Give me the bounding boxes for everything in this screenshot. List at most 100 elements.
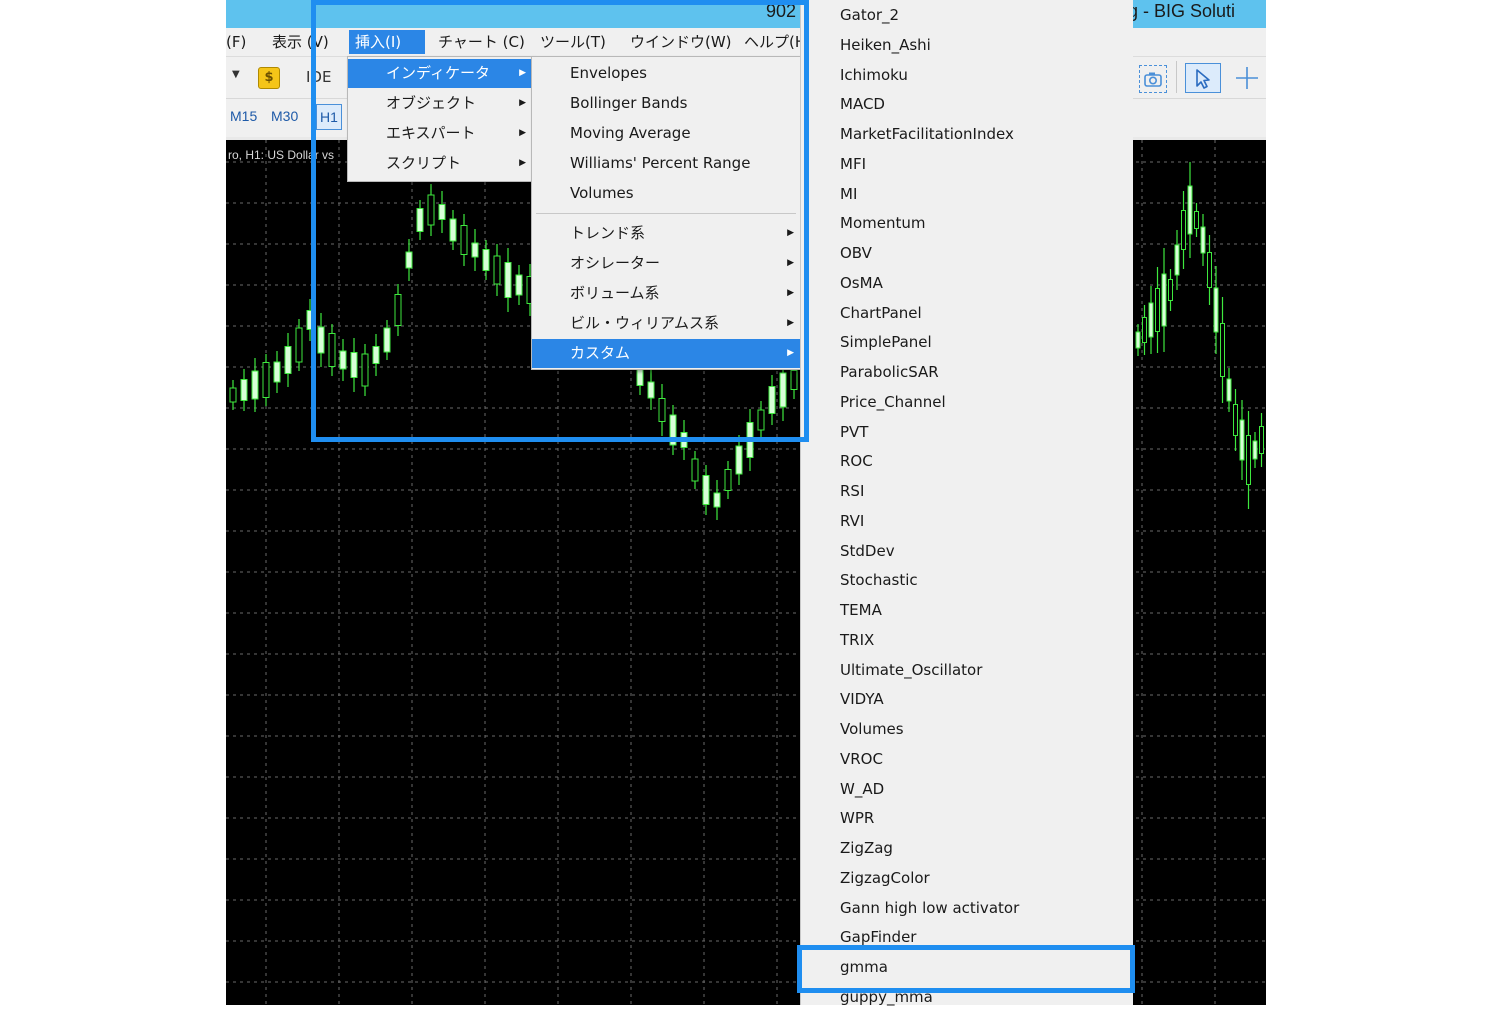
dropdown-arrow-icon[interactable]: ▼: [232, 69, 240, 80]
indicator-item-label: Moving Average: [570, 124, 691, 142]
dollar-icon[interactable]: $: [258, 67, 280, 89]
menu-file[interactable]: (F): [226, 30, 252, 54]
candle: [1226, 368, 1232, 412]
custom-indicator-stddev[interactable]: StdDev: [840, 539, 895, 563]
candle: [1213, 266, 1219, 354]
custom-indicator-heiken-ashi[interactable]: Heiken_Ashi: [840, 33, 931, 57]
custom-indicator-simplepanel[interactable]: SimplePanel: [840, 330, 932, 354]
custom-indicator-gator-2[interactable]: Gator_2: [840, 3, 899, 27]
candle: [1220, 297, 1225, 403]
camera-icon[interactable]: [1139, 65, 1167, 93]
insert-menu-item-scripts[interactable]: スクリプト ▶: [348, 149, 532, 178]
custom-indicator-pvt[interactable]: PVT: [840, 420, 868, 444]
custom-indicator-vroc[interactable]: VROC: [840, 747, 883, 771]
insert-menu-item-label: インディケータ: [386, 64, 490, 82]
custom-indicator-tema[interactable]: TEMA: [840, 598, 882, 622]
menu-tools[interactable]: ツール(T): [534, 30, 612, 54]
custom-indicator-chartpanel[interactable]: ChartPanel: [840, 301, 922, 325]
custom-indicator-roc[interactable]: ROC: [840, 449, 873, 473]
custom-indicator-wpr[interactable]: WPR: [840, 806, 874, 830]
custom-indicator-osma[interactable]: OsMA: [840, 271, 883, 295]
menu-view[interactable]: 表示 (V): [266, 30, 335, 54]
candle: [438, 191, 446, 233]
candle: [295, 319, 303, 371]
candle: [416, 200, 424, 240]
custom-indicator-obv[interactable]: OBV: [840, 241, 872, 265]
candle: [647, 370, 655, 410]
candle: [504, 248, 512, 312]
custom-indicator-ultimate-oscillator[interactable]: Ultimate_Oscillator: [840, 658, 982, 682]
indicator-group-label: トレンド系: [570, 224, 646, 242]
candle: [1246, 411, 1251, 509]
candle: [1259, 413, 1264, 467]
custom-indicator-zigzag[interactable]: ZigZag: [840, 836, 893, 860]
insert-menu-item-experts[interactable]: エキスパート ▶: [348, 119, 532, 148]
cursor-icon[interactable]: [1185, 63, 1221, 93]
title-text: g - BIG Soluti: [1128, 1, 1236, 21]
indicator-group-volumes[interactable]: ボリューム系 ▶: [532, 279, 800, 308]
candle: [339, 339, 347, 381]
custom-indicator-macd[interactable]: MACD: [840, 92, 885, 116]
indicator-item-moving-average[interactable]: Moving Average: [532, 119, 800, 148]
candle: [702, 465, 710, 515]
custom-indicator-zigzagcolor[interactable]: ZigzagColor: [840, 866, 930, 890]
timeframe-m30[interactable]: M30: [271, 108, 298, 124]
menu-insert[interactable]: 挿入(I): [349, 30, 425, 54]
custom-indicator-ichimoku[interactable]: Ichimoku: [840, 63, 908, 87]
timeframe-h1[interactable]: H1: [316, 104, 342, 130]
custom-indicator-gmma[interactable]: gmma: [840, 955, 888, 979]
custom-indicator-trix[interactable]: TRIX: [840, 628, 874, 652]
custom-indicator-gann-high-low-activator[interactable]: Gann high low activator: [840, 896, 1019, 920]
indicator-group-oscillators[interactable]: オシレーター ▶: [532, 249, 800, 278]
toolbar-divider: [1176, 61, 1177, 93]
indicator-item-label: Williams' Percent Range: [570, 154, 751, 172]
custom-indicator-mfi[interactable]: MFI: [840, 152, 866, 176]
candle: [405, 239, 413, 281]
custom-indicator-marketfacilitationindex[interactable]: MarketFacilitationIndex: [840, 122, 1014, 146]
custom-indicator-vidya[interactable]: VIDYA: [840, 687, 884, 711]
indicator-item-williams-percent-range[interactable]: Williams' Percent Range: [532, 149, 800, 178]
candle: [1207, 235, 1212, 305]
indicator-item-label: Bollinger Bands: [570, 94, 688, 112]
chart-symbol-label: ro, H1: US Dollar vs: [228, 148, 335, 162]
custom-indicator-stochastic[interactable]: Stochastic: [840, 568, 918, 592]
custom-indicator-parabolicsar[interactable]: ParabolicSAR: [840, 360, 939, 384]
candle: [680, 420, 688, 460]
timeframe-m15[interactable]: M15: [230, 108, 257, 124]
indicator-item-bollinger-bands[interactable]: Bollinger Bands: [532, 89, 800, 118]
candle: [1194, 203, 1199, 237]
indicator-group-trend[interactable]: トレンド系 ▶: [532, 219, 800, 248]
indicator-group-label: オシレーター: [570, 254, 661, 272]
candle: [229, 380, 237, 410]
candle: [361, 344, 369, 396]
insert-menu-item-objects[interactable]: オブジェクト ▶: [348, 89, 532, 118]
menu-chart[interactable]: チャート (C): [432, 30, 531, 54]
custom-indicator-volumes[interactable]: Volumes: [840, 717, 904, 741]
indicator-item-volumes[interactable]: Volumes: [532, 179, 800, 208]
insert-menu-item-indicators[interactable]: インディケータ ▶: [348, 59, 532, 88]
indicator-item-envelopes[interactable]: Envelopes: [532, 59, 800, 88]
custom-indicator-gapfinder[interactable]: GapFinder: [840, 925, 916, 949]
submenu-arrow-icon: ▶: [787, 228, 794, 238]
custom-indicator-momentum[interactable]: Momentum: [840, 211, 925, 235]
custom-indicator-list: Gator_2 Heiken_Ashi Ichimoku MACD MarketFaci…: [800, 0, 1133, 1006]
candle: [768, 375, 776, 425]
menu-window[interactable]: ウインドウ(W): [624, 30, 738, 54]
title-number: 902: [766, 1, 797, 21]
indicator-group-label: ボリューム系: [570, 284, 660, 302]
candle: [515, 265, 523, 305]
custom-indicator-rvi[interactable]: RVI: [840, 509, 864, 533]
candle: [1155, 267, 1160, 353]
custom-indicator-w-ad[interactable]: W_AD: [840, 777, 884, 801]
custom-indicator-rsi[interactable]: RSI: [840, 479, 864, 503]
ide-button[interactable]: IDE: [306, 68, 331, 86]
indicator-group-custom[interactable]: カスタム ▶: [532, 339, 800, 368]
crosshair-icon[interactable]: [1234, 65, 1260, 91]
custom-indicator-guppy-mma[interactable]: guppy_mma: [840, 985, 933, 1009]
custom-indicator-price-channel[interactable]: Price_Channel: [840, 390, 946, 414]
candle: [713, 480, 721, 520]
candle: [658, 384, 666, 436]
candle: [1239, 400, 1245, 480]
indicator-group-bill-williams[interactable]: ビル・ウィリアムス系 ▶: [532, 309, 800, 338]
custom-indicator-mi[interactable]: MI: [840, 182, 857, 206]
